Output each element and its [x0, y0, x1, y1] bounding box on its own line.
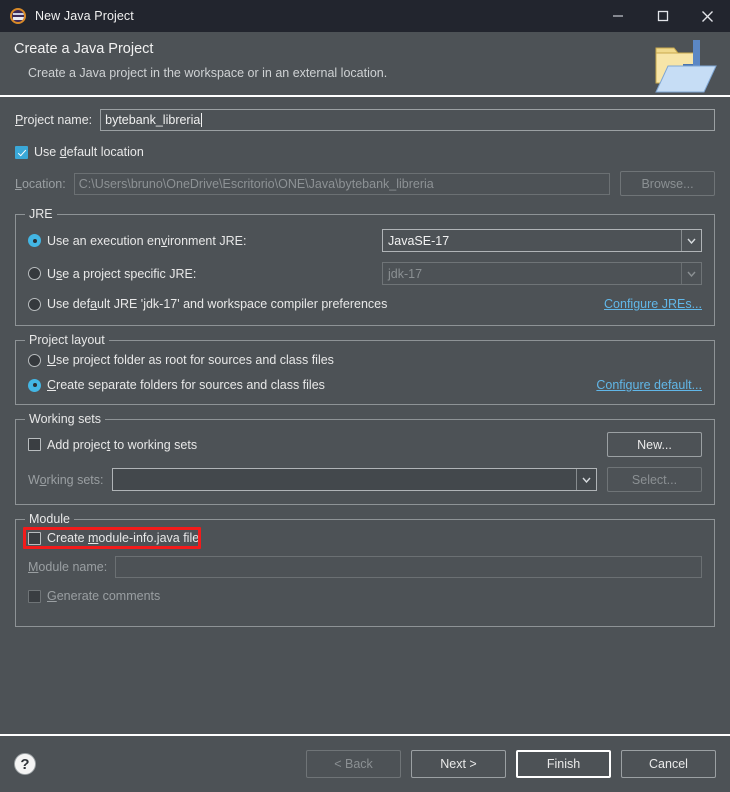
jre-default-row[interactable]: Use default JRE 'jdk-17' and workspace c… — [28, 297, 702, 311]
project-name-value: bytebank_libreria — [105, 113, 200, 127]
add-working-sets-row[interactable]: Add project to working sets New... — [28, 432, 702, 457]
project-name-row: Project name: bytebank_libreria — [15, 109, 715, 131]
jre-project-specific-label: Use a project specific JRE: — [47, 267, 196, 281]
jre-execution-env-label: Use an execution environment JRE: — [47, 234, 246, 248]
working-sets-select-row: Working sets: Select... — [28, 467, 702, 492]
working-sets-group-title: Working sets — [25, 412, 105, 426]
close-icon[interactable] — [685, 0, 730, 32]
project-specific-jre-value: jdk-17 — [388, 267, 681, 281]
configure-jres-link[interactable]: Configure JREs... — [604, 297, 702, 311]
chevron-down-icon[interactable] — [681, 230, 701, 251]
layout-separate-label: Create separate folders for sources and … — [47, 378, 325, 392]
layout-separate-row[interactable]: Create separate folders for sources and … — [28, 378, 702, 392]
create-module-info-row[interactable]: Create module-info.java file — [28, 531, 702, 545]
select-working-set-button: Select... — [607, 467, 702, 492]
create-module-info-checkbox[interactable] — [28, 532, 41, 545]
jre-project-specific-row[interactable]: Use a project specific JRE: jdk-17 — [28, 262, 702, 285]
jre-project-specific-radio[interactable] — [28, 267, 41, 280]
browse-button-label: Browse... — [641, 177, 693, 191]
minimize-icon[interactable] — [595, 0, 640, 32]
dialog-footer: ? < Back Next > Finish Cancel — [0, 734, 730, 792]
new-working-set-button[interactable]: New... — [607, 432, 702, 457]
back-button-label: < Back — [334, 757, 373, 771]
dialog-header: Create a Java Project Create a Java proj… — [0, 32, 730, 97]
use-default-location-row[interactable]: Use default location — [15, 145, 715, 159]
working-sets-group: Working sets Add project to working sets… — [15, 419, 715, 505]
title-bar: New Java Project — [0, 0, 730, 32]
next-button-label: Next > — [440, 757, 476, 771]
project-layout-group: Project layout Use project folder as roo… — [15, 340, 715, 405]
jre-group: JRE Use an execution environment JRE: Ja… — [15, 214, 715, 326]
generate-comments-row: Generate comments — [28, 589, 702, 603]
window-controls — [595, 0, 730, 32]
help-glyph: ? — [20, 756, 29, 773]
use-default-location-label: Use default location — [34, 145, 144, 159]
jre-group-title: JRE — [25, 207, 57, 221]
add-working-sets-label: Add project to working sets — [47, 438, 197, 452]
location-input: C:\Users\bruno\OneDrive\Escritorio\ONE\J… — [74, 173, 610, 195]
layout-root-row[interactable]: Use project folder as root for sources a… — [28, 353, 702, 367]
jre-execution-env-row[interactable]: Use an execution environment JRE: JavaSE… — [28, 229, 702, 252]
finish-button-label: Finish — [547, 757, 580, 771]
project-name-input[interactable]: bytebank_libreria — [100, 109, 715, 131]
module-name-label: Module name: — [28, 560, 107, 574]
module-group: Module Create module-info.java file Modu… — [15, 519, 715, 627]
working-sets-combo[interactable] — [112, 468, 598, 491]
layout-root-label: Use project folder as root for sources a… — [47, 353, 334, 367]
project-layout-group-title: Project layout — [25, 333, 109, 347]
jre-execution-env-radio[interactable] — [28, 234, 41, 247]
page-title: Create a Java Project — [14, 41, 730, 57]
generate-comments-checkbox — [28, 590, 41, 603]
module-group-title: Module — [25, 512, 74, 526]
location-row: Location: C:\Users\bruno\OneDrive\Escrit… — [15, 171, 715, 196]
add-working-sets-checkbox[interactable] — [28, 438, 41, 451]
text-caret — [201, 113, 202, 127]
new-working-set-label: New... — [637, 438, 672, 452]
page-subtitle: Create a Java project in the workspace o… — [14, 66, 730, 80]
java-project-folder-icon — [646, 34, 718, 96]
layout-separate-radio[interactable] — [28, 379, 41, 392]
jre-default-label: Use default JRE 'jdk-17' and workspace c… — [47, 297, 387, 311]
next-button[interactable]: Next > — [411, 750, 506, 778]
back-button: < Back — [306, 750, 401, 778]
browse-button: Browse... — [620, 171, 715, 196]
eclipse-logo-icon — [10, 8, 26, 24]
generate-comments-label: Generate comments — [47, 589, 160, 603]
execution-env-value: JavaSE-17 — [388, 234, 681, 248]
cancel-button[interactable]: Cancel — [621, 750, 716, 778]
location-value: C:\Users\bruno\OneDrive\Escritorio\ONE\J… — [79, 177, 434, 191]
create-module-info-label: Create module-info.java file — [47, 531, 199, 545]
project-name-label: Project name: — [15, 113, 92, 127]
dialog-body: Project name: bytebank_libreria Use defa… — [0, 97, 730, 734]
window-title: New Java Project — [35, 9, 134, 23]
cancel-button-label: Cancel — [649, 757, 688, 771]
select-working-set-label: Select... — [632, 473, 677, 487]
use-default-location-checkbox[interactable] — [15, 146, 28, 159]
help-icon[interactable]: ? — [14, 753, 36, 775]
execution-env-combo[interactable]: JavaSE-17 — [382, 229, 702, 252]
project-specific-jre-combo: jdk-17 — [382, 262, 702, 285]
chevron-down-icon — [681, 263, 701, 284]
configure-default-link[interactable]: Configure default... — [596, 378, 702, 392]
location-label: Location: — [15, 177, 66, 191]
module-name-row: Module name: — [28, 556, 702, 578]
working-sets-label: Working sets: — [28, 473, 104, 487]
module-name-input — [115, 556, 702, 578]
jre-default-radio[interactable] — [28, 298, 41, 311]
maximize-icon[interactable] — [640, 0, 685, 32]
finish-button[interactable]: Finish — [516, 750, 611, 778]
footer-buttons: < Back Next > Finish Cancel — [306, 750, 716, 778]
chevron-down-icon[interactable] — [576, 469, 596, 490]
layout-root-radio[interactable] — [28, 354, 41, 367]
